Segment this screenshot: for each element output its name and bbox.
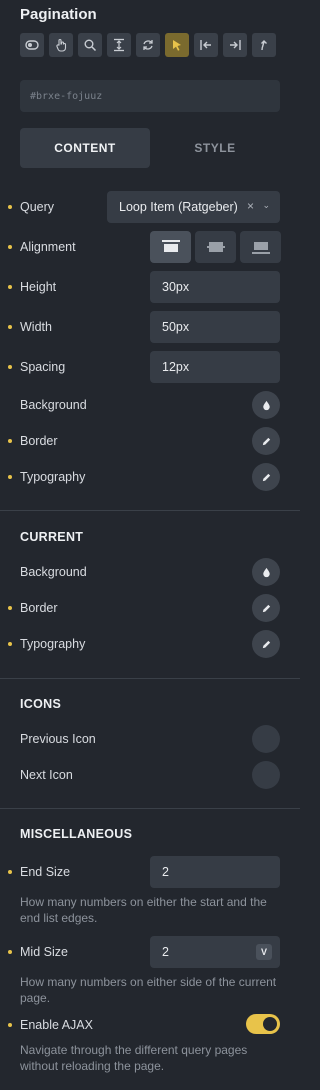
mid-size-value: 2 (162, 945, 169, 959)
toggle-knob (263, 1017, 277, 1031)
align-center-icon[interactable] (195, 231, 236, 263)
current-background-row: Background (0, 555, 300, 589)
toggle-icon[interactable] (20, 33, 44, 57)
section-title-current: CURRENT (20, 530, 84, 544)
width-input[interactable]: 50px (150, 311, 280, 343)
state-toolbar (20, 33, 276, 57)
mid-size-row: Mid Size 2 V (0, 935, 300, 969)
arrow-left-bar-icon[interactable] (194, 33, 218, 57)
previous-icon-label: Previous Icon (20, 732, 96, 746)
hover-hand-icon[interactable] (49, 33, 73, 57)
cursor-icon[interactable] (165, 33, 189, 57)
align-top-icon[interactable] (150, 231, 191, 263)
spacing-input[interactable]: 12px (150, 351, 280, 383)
icon-picker-button[interactable] (252, 761, 280, 789)
chevron-down-icon[interactable]: ⌄ (262, 200, 270, 211)
divider (0, 678, 300, 679)
divider (0, 510, 300, 511)
refresh-icon[interactable] (136, 33, 160, 57)
arrow-up-curve-icon[interactable] (252, 33, 276, 57)
end-size-input[interactable]: 2 (150, 856, 280, 888)
modified-indicator (8, 475, 12, 479)
search-icon[interactable] (78, 33, 102, 57)
modified-indicator (8, 285, 12, 289)
align-bottom-icon[interactable] (240, 231, 281, 263)
pencil-icon[interactable] (252, 594, 280, 622)
query-label: Query (20, 200, 55, 214)
tab-style[interactable]: STYLE (150, 128, 280, 168)
pencil-icon[interactable] (252, 630, 280, 658)
background-row: Background (0, 388, 300, 422)
panel-title: Pagination (20, 6, 97, 23)
enable-ajax-label: Enable AJAX (20, 1018, 93, 1032)
border-label: Border (20, 601, 58, 615)
clear-icon[interactable]: × (247, 199, 254, 213)
icon-picker-button[interactable] (252, 725, 280, 753)
mid-size-label: Mid Size (20, 945, 68, 959)
current-border-row: Border (0, 591, 300, 625)
mid-size-input[interactable]: 2 V (150, 936, 280, 968)
height-input[interactable]: 30px (150, 271, 280, 303)
typography-row: Typography (0, 460, 300, 494)
query-value: Loop Item (Ratgeber) (119, 200, 238, 214)
mid-size-description: How many numbers on either side of the c… (20, 975, 277, 1005)
query-row: Query Loop Item (Ratgeber) × ⌄ (0, 190, 300, 224)
height-row: Height 30px (0, 270, 300, 304)
typography-label: Typography (20, 637, 86, 651)
width-label: Width (20, 320, 52, 334)
background-label: Background (20, 565, 87, 579)
modified-indicator (8, 205, 12, 209)
border-label: Border (20, 434, 58, 448)
enable-ajax-description: Navigate through the different query pag… (20, 1043, 248, 1073)
border-row: Border (0, 424, 300, 458)
modified-indicator (8, 1023, 12, 1027)
modified-indicator (8, 245, 12, 249)
end-size-description: How many numbers on either the start and… (20, 895, 267, 925)
tab-content[interactable]: CONTENT (20, 128, 150, 168)
modified-indicator (8, 870, 12, 874)
spacing-label: Spacing (20, 360, 66, 374)
alignment-label: Alignment (20, 240, 76, 254)
previous-icon-row: Previous Icon (0, 722, 300, 756)
modified-indicator (8, 642, 12, 646)
expand-vertical-icon[interactable] (107, 33, 131, 57)
typography-label: Typography (20, 470, 86, 484)
modified-indicator (8, 606, 12, 610)
element-id-field[interactable]: #brxe-fojuuz (20, 80, 280, 112)
modified-indicator (8, 439, 12, 443)
section-title-icons: ICONS (20, 697, 62, 711)
end-size-label: End Size (20, 865, 71, 879)
modified-indicator (8, 950, 12, 954)
droplet-icon[interactable] (252, 391, 280, 419)
section-title-miscellaneous: MISCELLANEOUS (20, 827, 133, 841)
enable-ajax-toggle[interactable] (246, 1014, 280, 1034)
next-icon-label: Next Icon (20, 768, 73, 782)
background-label: Background (20, 398, 87, 412)
spacing-row: Spacing 12px (0, 350, 300, 384)
next-icon-row: Next Icon (0, 758, 300, 792)
height-label: Height (20, 280, 57, 294)
enable-ajax-row: Enable AJAX (0, 1008, 300, 1042)
divider (0, 808, 300, 809)
modified-indicator (8, 325, 12, 329)
current-typography-row: Typography (0, 627, 300, 661)
alignment-row: Alignment (0, 230, 300, 264)
alignment-options (150, 231, 281, 263)
query-select[interactable]: Loop Item (Ratgeber) × ⌄ (107, 191, 280, 223)
arrow-right-bar-icon[interactable] (223, 33, 247, 57)
variable-badge[interactable]: V (256, 944, 272, 960)
width-row: Width 50px (0, 310, 300, 344)
droplet-icon[interactable] (252, 558, 280, 586)
end-size-row: End Size 2 (0, 855, 300, 889)
pencil-icon[interactable] (252, 463, 280, 491)
modified-indicator (8, 365, 12, 369)
pencil-icon[interactable] (252, 427, 280, 455)
